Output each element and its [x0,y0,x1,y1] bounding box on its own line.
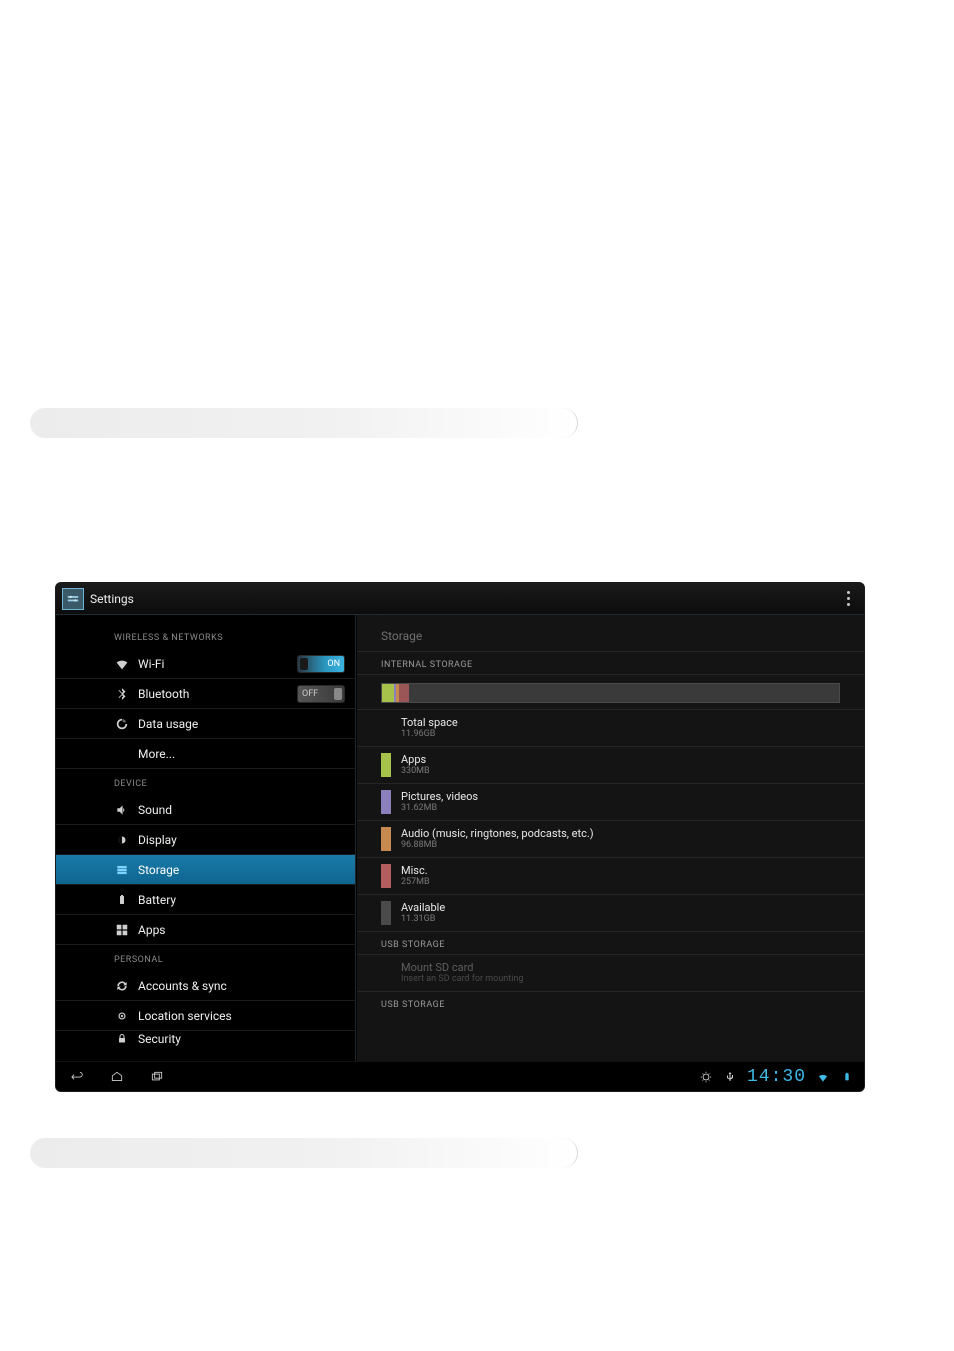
nav-back-button[interactable] [66,1066,88,1088]
label: Bluetooth [138,687,189,701]
label: Accounts & sync [138,979,227,993]
settings-app-icon [62,588,84,610]
label: Data usage [138,717,198,731]
bar-segment-misc [399,684,409,702]
storage-row-total[interactable]: Total space11.96GB [357,710,864,747]
sidebar-item-location[interactable]: Location services [56,1001,355,1031]
wifi-toggle[interactable]: ON [297,655,345,673]
label: More... [138,747,175,761]
section-header-device: DEVICE [56,769,355,795]
sidebar-item-storage[interactable]: Storage [56,855,355,885]
sidebar-item-battery[interactable]: Battery [56,885,355,915]
battery-icon [114,892,130,908]
storage-row-apps[interactable]: Apps330MB [357,747,864,784]
section-header-personal: PERSONAL [56,945,355,971]
decorative-pill-bottom [30,1138,578,1168]
label: Apps [138,923,166,937]
wifi-status-icon[interactable] [816,1070,830,1084]
storage-usage-bar [381,683,840,703]
storage-row-pictures[interactable]: Pictures, videos31.62MB [357,784,864,821]
settings-sidebar: WIRELESS & NETWORKS Wi-Fi ON Bluetooth O… [56,615,356,1063]
sound-icon [114,802,130,818]
battery-status-icon[interactable] [840,1070,854,1084]
swatch-misc [381,864,391,888]
swatch-available [381,901,391,925]
sidebar-item-apps[interactable]: Apps [56,915,355,945]
sync-icon [114,978,130,994]
label: Battery [138,893,176,907]
subheader-usb-storage-2: USB STORAGE [357,992,864,1014]
label: Storage [138,863,179,877]
sidebar-item-data-usage[interactable]: Data usage [56,709,355,739]
app-title: Settings [90,592,134,606]
label: Display [138,833,177,847]
label: Sound [138,803,172,817]
sidebar-item-security[interactable]: Security [56,1031,355,1047]
decorative-pill-top [30,408,578,438]
label: Security [138,1032,181,1046]
sidebar-item-accounts-sync[interactable]: Accounts & sync [56,971,355,1001]
subheader-internal-storage: INTERNAL STORAGE [357,652,864,675]
sidebar-item-bluetooth[interactable]: Bluetooth OFF [56,679,355,709]
section-header-wireless: WIRELESS & NETWORKS [56,623,355,649]
usb-icon[interactable] [723,1070,737,1084]
label: Wi-Fi [138,657,164,671]
label: Location services [138,1009,232,1023]
security-icon [114,1031,130,1047]
storage-icon [114,862,130,878]
data-usage-icon [114,716,130,732]
display-icon [114,832,130,848]
apps-icon [114,922,130,938]
location-icon [114,1008,130,1024]
sidebar-item-wifi[interactable]: Wi-Fi ON [56,649,355,679]
status-clock[interactable]: 14:30 [747,1067,806,1087]
bar-segment-apps [382,684,394,702]
sidebar-item-more[interactable]: More... [56,739,355,769]
swatch-apps [381,753,391,777]
notification-icon-1[interactable] [699,1070,713,1084]
nav-home-button[interactable] [106,1066,128,1088]
storage-detail-pane: Storage INTERNAL STORAGE Total space11.9… [356,615,864,1063]
android-settings-screenshot: Settings WIRELESS & NETWORKS Wi-Fi ON [55,582,865,1092]
sidebar-item-display[interactable]: Display [56,825,355,855]
storage-row-misc[interactable]: Misc.257MB [357,858,864,895]
bluetooth-toggle[interactable]: OFF [297,685,345,703]
nav-recent-button[interactable] [146,1066,168,1088]
swatch-audio [381,827,391,851]
subheader-usb-storage-1: USB STORAGE [357,932,864,955]
storage-usage-bar-row [357,675,864,710]
app-top-bar: Settings [56,583,864,615]
storage-row-audio[interactable]: Audio (music, ringtones, podcasts, etc.)… [357,821,864,858]
pane-title: Storage [357,621,864,652]
wifi-icon [114,656,130,672]
system-nav-bar: 14:30 [56,1061,864,1091]
swatch-pictures [381,790,391,814]
storage-row-mount-sd: Mount SD cardInsert an SD card for mount… [357,955,864,992]
storage-row-available[interactable]: Available11.31GB [357,895,864,932]
bluetooth-icon [114,686,130,702]
overflow-menu-icon[interactable] [838,589,858,609]
sidebar-item-sound[interactable]: Sound [56,795,355,825]
